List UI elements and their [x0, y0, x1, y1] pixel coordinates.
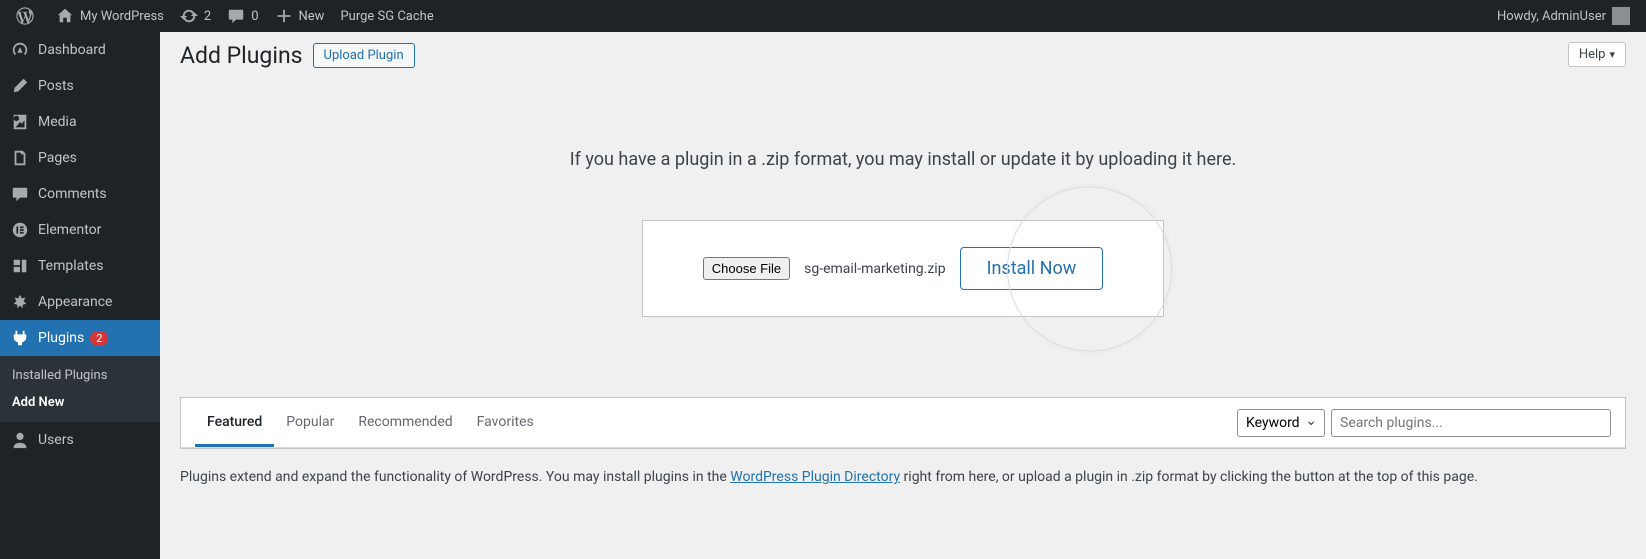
- sidebar-item-label: Posts: [38, 78, 74, 94]
- search-plugins-input[interactable]: [1331, 409, 1611, 437]
- admin-bar: My WordPress 2 0 New Purge SG Cache Howd…: [0, 0, 1646, 32]
- sidebar-item-appearance[interactable]: Appearance: [0, 284, 160, 320]
- help-tab[interactable]: Help: [1568, 42, 1626, 67]
- sidebar-item-users[interactable]: Users: [0, 422, 160, 458]
- howdy-label: Howdy, AdminUser: [1497, 9, 1606, 24]
- plus-icon: [275, 7, 293, 25]
- sidebar-item-dashboard[interactable]: Dashboard: [0, 32, 160, 68]
- sidebar-item-label: Comments: [38, 186, 107, 202]
- description-post: right from here, or upload a plugin in .…: [900, 469, 1478, 485]
- submenu-add-new[interactable]: Add New: [0, 389, 160, 416]
- sidebar-item-posts[interactable]: Posts: [0, 68, 160, 104]
- new-content-link[interactable]: New: [267, 0, 333, 32]
- sidebar-item-comments[interactable]: Comments: [0, 176, 160, 212]
- comments-link[interactable]: 0: [219, 0, 266, 32]
- templates-icon: [10, 256, 30, 276]
- purge-label: Purge SG Cache: [340, 9, 433, 24]
- sidebar-item-label: Elementor: [38, 222, 101, 238]
- sidebar-item-templates[interactable]: Templates: [0, 248, 160, 284]
- upload-plugin-button[interactable]: Upload Plugin: [313, 43, 415, 68]
- admin-menu: Dashboard Posts Media Pages Comments Ele…: [0, 32, 160, 559]
- plugins-update-badge: 2: [90, 331, 108, 346]
- plugins-submenu: Installed Plugins Add New: [0, 356, 160, 422]
- install-now-button[interactable]: Install Now: [960, 247, 1104, 290]
- plugins-icon: [10, 328, 30, 348]
- my-account-link[interactable]: Howdy, AdminUser: [1489, 0, 1638, 32]
- wordpress-logo-icon: [16, 7, 34, 25]
- submenu-installed-plugins[interactable]: Installed Plugins: [0, 362, 160, 389]
- updates-count: 2: [204, 9, 211, 24]
- sidebar-item-label: Pages: [38, 150, 77, 166]
- plugins-description: Plugins extend and expand the functional…: [160, 449, 1646, 512]
- plugin-filter-section: Featured Popular Recommended Favorites K…: [180, 397, 1626, 449]
- sidebar-item-label: Appearance: [38, 294, 112, 310]
- sidebar-item-plugins[interactable]: Plugins 2: [0, 320, 160, 356]
- new-label: New: [299, 9, 325, 24]
- plugin-directory-link[interactable]: WordPress Plugin Directory: [730, 469, 900, 485]
- site-name-link[interactable]: My WordPress: [48, 0, 172, 32]
- selected-file-name: sg-email-marketing.zip: [804, 261, 945, 277]
- update-icon: [180, 7, 198, 25]
- upload-form: Choose File sg-email-marketing.zip Insta…: [642, 220, 1165, 317]
- sidebar-item-label: Media: [38, 114, 77, 130]
- tab-featured[interactable]: Featured: [195, 398, 274, 447]
- upload-instructions: If you have a plugin in a .zip format, y…: [180, 149, 1626, 170]
- users-icon: [10, 430, 30, 450]
- description-pre: Plugins extend and expand the functional…: [180, 469, 730, 485]
- media-icon: [10, 112, 30, 132]
- sidebar-item-elementor[interactable]: Elementor: [0, 212, 160, 248]
- sidebar-item-label: Dashboard: [38, 42, 106, 58]
- home-icon: [56, 7, 74, 25]
- tab-popular[interactable]: Popular: [274, 398, 346, 447]
- sidebar-item-pages[interactable]: Pages: [0, 140, 160, 176]
- comments-count: 0: [251, 9, 258, 24]
- wp-logo-link[interactable]: [8, 0, 48, 32]
- comment-icon: [227, 7, 245, 25]
- sidebar-item-label: Users: [38, 432, 74, 448]
- content-area: Help Add Plugins Upload Plugin If you ha…: [160, 32, 1646, 559]
- elementor-icon: [10, 220, 30, 240]
- sidebar-item-media[interactable]: Media: [0, 104, 160, 140]
- choose-file-button[interactable]: Choose File: [703, 257, 790, 280]
- sidebar-item-label: Plugins: [38, 330, 84, 346]
- avatar: [1612, 7, 1630, 25]
- tab-recommended[interactable]: Recommended: [346, 398, 464, 447]
- page-title: Add Plugins: [180, 42, 303, 69]
- purge-cache-link[interactable]: Purge SG Cache: [332, 0, 441, 32]
- posts-icon: [10, 76, 30, 96]
- updates-link[interactable]: 2: [172, 0, 219, 32]
- site-name-label: My WordPress: [80, 9, 164, 24]
- tab-favorites[interactable]: Favorites: [465, 398, 546, 447]
- search-type-select[interactable]: Keyword: [1237, 409, 1325, 437]
- sidebar-item-label: Templates: [38, 258, 104, 274]
- appearance-icon: [10, 292, 30, 312]
- comments-icon: [10, 184, 30, 204]
- pages-icon: [10, 148, 30, 168]
- dashboard-icon: [10, 40, 30, 60]
